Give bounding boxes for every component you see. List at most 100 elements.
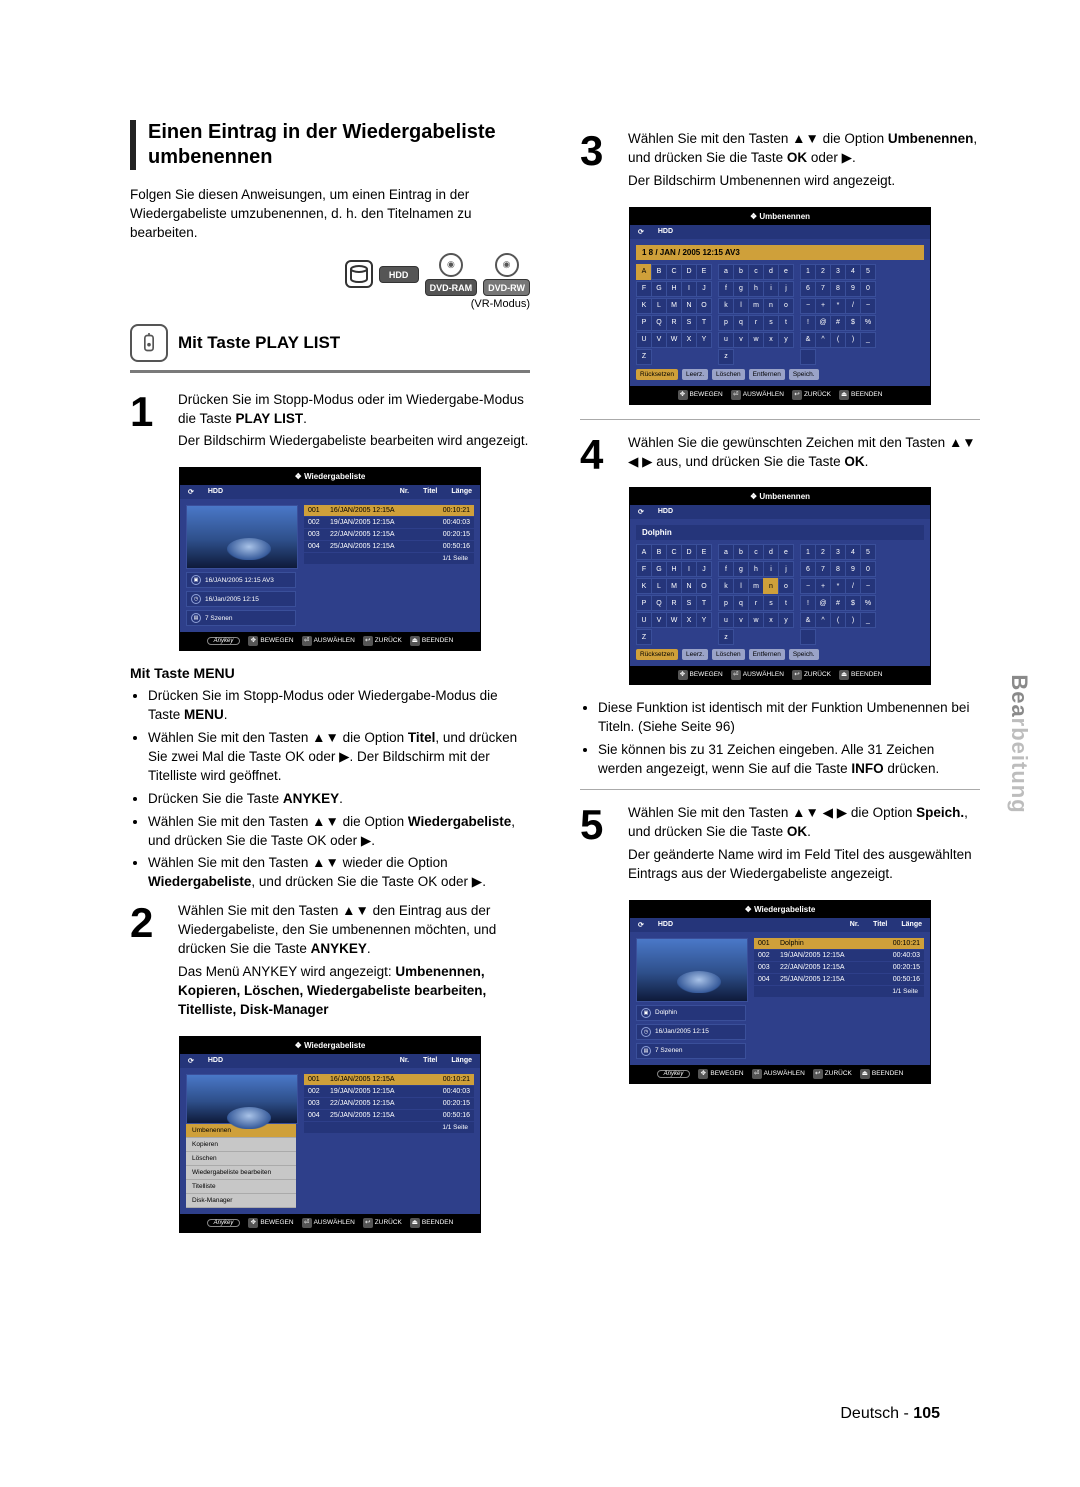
kb-key: k <box>718 298 734 314</box>
kb-key: 7 <box>815 281 831 297</box>
table-row: 00322/JAN/2005 12:15A00:20:15 <box>304 529 474 541</box>
ctx-edit-playlist: Wiedergabeliste bearbeiten <box>186 1166 296 1180</box>
kb-key: ) <box>845 332 861 348</box>
kb-space: Leerz. <box>682 369 708 380</box>
kb-reset: Rücksetzen <box>636 369 678 380</box>
kb-key: r <box>748 595 764 611</box>
list-item: Diese Funktion ist identisch mit der Fun… <box>598 699 980 737</box>
page-footer: Deutsch - 105 <box>840 1405 940 1423</box>
kb-key: K <box>636 298 652 314</box>
kb-key: * <box>830 298 846 314</box>
ctx-copy: Kopieren <box>186 1138 296 1152</box>
kb-key: # <box>830 315 846 331</box>
kb-key: d <box>763 544 779 560</box>
table-row: 00219/JAN/2005 12:15A00:40:03 <box>304 1086 474 1098</box>
kb-key: i <box>763 281 779 297</box>
kb-delete: Löschen <box>712 369 745 380</box>
dvdram-badge: DVD-RAM <box>425 279 478 296</box>
ctx-disk-manager: Disk-Manager <box>186 1194 296 1208</box>
kb-key: f <box>718 561 734 577</box>
kb-key: h <box>748 281 764 297</box>
kb-key: J <box>696 281 712 297</box>
kb-key: M <box>666 298 682 314</box>
kb-key: u <box>718 332 734 348</box>
kb-key: w <box>748 332 764 348</box>
kb-key: ~ <box>860 578 876 594</box>
kb-key: R <box>666 315 682 331</box>
subhead-row: Mit Taste PLAY LIST <box>130 324 530 362</box>
divider-icon <box>130 370 530 373</box>
side-tab-label: Bearbeitung <box>1006 674 1032 813</box>
kb-key: E <box>696 544 712 560</box>
kb-key: Y <box>696 332 712 348</box>
kb-key: @ <box>815 315 831 331</box>
step-2: 2 Wählen Sie mit den Tasten ▲▼ den Eintr… <box>130 902 530 1023</box>
step-5: 5 Wählen Sie mit den Tasten ▲▼ ◀ ▶ die O… <box>580 804 980 888</box>
kb-key: & <box>800 612 816 628</box>
kb-remove: Entfernen <box>749 649 785 660</box>
kb-key: m <box>748 578 764 594</box>
kb-key: _ <box>860 612 876 628</box>
kb-key: n <box>763 298 779 314</box>
kb-key: 7 <box>815 561 831 577</box>
kb-key: m <box>748 298 764 314</box>
menu-subhead: Mit Taste MENU <box>130 665 530 681</box>
kb-key: t <box>778 315 794 331</box>
right-column: 3 Wählen Sie mit den Tasten ▲▼ die Optio… <box>580 120 980 1247</box>
kb-key: ^ <box>815 332 831 348</box>
kb-key: V <box>651 332 667 348</box>
osd-playlist-after: Wiedergabeliste ⟳HDD Nr. Titel Länge ▣Do… <box>629 900 931 1084</box>
list-item: Drücken Sie die Taste ANYKEY. <box>148 790 530 809</box>
hdd-badge: HDD <box>379 266 419 283</box>
step4-line1: Wählen Sie die gewünschten Zeichen mit d… <box>628 434 980 472</box>
kb-key: C <box>666 264 682 280</box>
step-4: 4 Wählen Sie die gewünschten Zeichen mit… <box>580 434 980 476</box>
disc-icon: ◉ <box>439 253 463 277</box>
kb-key: G <box>651 561 667 577</box>
kb-key: s <box>763 595 779 611</box>
divider-icon <box>580 789 980 790</box>
kb-key: Q <box>651 595 667 611</box>
left-column: Einen Eintrag in der Wiedergabeliste umb… <box>130 120 530 1247</box>
kb-key: $ <box>845 315 861 331</box>
kb-key: q <box>733 595 749 611</box>
step3-line2: Der Bildschirm Umbenennen wird angezeigt… <box>628 172 980 191</box>
osd-rename-dolphin: Umbenennen ⟳HDD Dolphin ABCDEFGHIJKLMNOP… <box>629 487 931 685</box>
kb-key: h <box>748 561 764 577</box>
section-header: Einen Eintrag in der Wiedergabeliste umb… <box>130 120 530 170</box>
section-title: Einen Eintrag in der Wiedergabeliste umb… <box>148 120 530 170</box>
kb-key: A <box>636 264 652 280</box>
table-row: 00322/JAN/2005 12:15A00:20:15 <box>304 1098 474 1110</box>
kb-key: K <box>636 578 652 594</box>
kb-key: − <box>800 578 816 594</box>
kb-key: I <box>681 561 697 577</box>
kb-key: & <box>800 332 816 348</box>
kb-key: l <box>733 578 749 594</box>
kb-key: i <box>763 561 779 577</box>
table-row: 00116/JAN/2005 12:15A00:10:21 <box>304 1074 474 1086</box>
list-item: Drücken Sie im Stopp-Modus oder Wiederga… <box>148 687 530 725</box>
hdd-device-icon <box>345 260 373 288</box>
kb-key: O <box>696 298 712 314</box>
step-num-4: 4 <box>580 434 620 474</box>
step1-line2: Der Bildschirm Wiedergabeliste bearbeite… <box>178 432 530 451</box>
kb-key: Z <box>636 629 652 645</box>
kb-key: ! <box>800 315 816 331</box>
kb-key: A <box>636 544 652 560</box>
kb-key: z <box>718 349 734 365</box>
kb-key: W <box>666 332 682 348</box>
kb-key: M <box>666 578 682 594</box>
kb-key: k <box>718 578 734 594</box>
rename-field: Dolphin <box>636 525 924 540</box>
kb-space: Leerz. <box>682 649 708 660</box>
kb-key: a <box>718 264 734 280</box>
kb-key: % <box>860 595 876 611</box>
kb-key: 6 <box>800 561 816 577</box>
kb-key: u <box>718 612 734 628</box>
kb-key: ! <box>800 595 816 611</box>
media-badges: HDD ◉ DVD-RAM ◉ DVD-RW <box>130 253 530 296</box>
table-row: 00116/JAN/2005 12:15A00:10:21 <box>304 505 474 517</box>
kb-key: / <box>845 298 861 314</box>
kb-key: B <box>651 264 667 280</box>
kb-key: n <box>763 578 779 594</box>
